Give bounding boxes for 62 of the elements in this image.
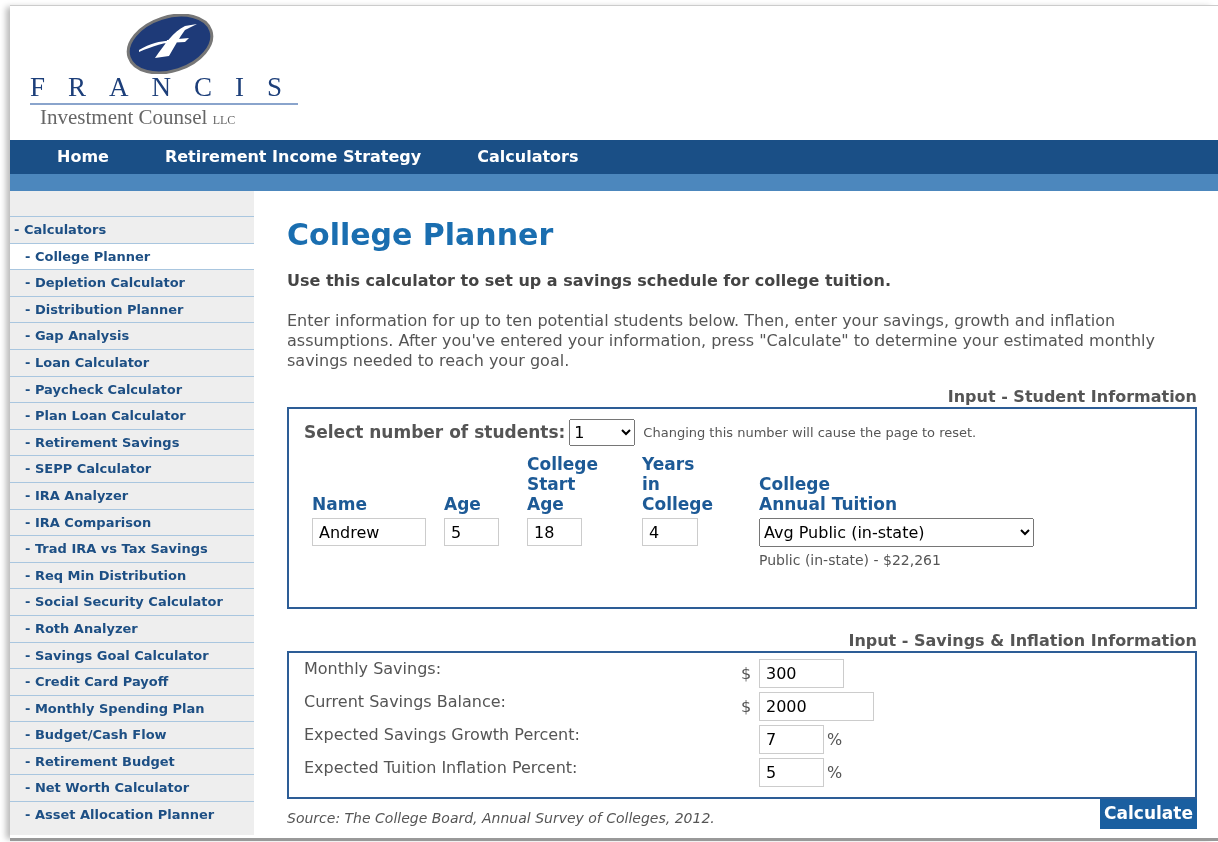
currency-sign: $ — [741, 662, 753, 685]
sidebar-item[interactable]: - Monthly Spending Plan — [10, 694, 254, 722]
sidebar-item[interactable]: - Trad IRA vs Tax Savings — [10, 535, 254, 562]
sidebar-item[interactable]: - Distribution Planner — [10, 295, 254, 323]
sidebar-item[interactable]: - Loan Calculator — [10, 348, 254, 376]
source-note: Source: The College Board, Annual Survey of Colleges, 2012. — [287, 808, 715, 828]
input-field[interactable]: 18 — [527, 518, 582, 546]
sidebar-item[interactable]: - Budget/Cash Flow — [10, 721, 254, 748]
hint-text: Changing this number will cause the page to reset. — [643, 423, 977, 442]
sidebar-item[interactable]: - College Planner — [10, 242, 254, 270]
lead-text: Use this calculator to set up a savings schedule for college tuition. — [287, 270, 893, 292]
sidebar-item[interactable]: - Credit Card Payoff — [10, 668, 254, 695]
logo-icon — [125, 14, 215, 74]
nav-link[interactable]: Calculators — [477, 140, 579, 174]
tuition-note: Public (in-state) - $22,261 — [759, 551, 942, 570]
input-field[interactable]: 5 — [444, 518, 499, 546]
sidebar-item[interactable]: - Retirement Budget — [10, 747, 254, 775]
column-header: Age — [444, 494, 482, 514]
percent-sign: % — [827, 728, 843, 751]
input-field[interactable]: 7 — [759, 725, 824, 754]
count-select[interactable]: 1 — [569, 419, 636, 446]
sidebar-item[interactable]: - Social Security Calculator — [10, 588, 254, 615]
column-header: Name — [312, 494, 368, 514]
brand-subtitle: Investment Counsel LLC — [39, 105, 237, 131]
intro-text: Enter information for up to ten potential students below. Then, enter your savings, growth and inflation assumptions. After you've entered your information, press "Calculate" to determine your estimated monthly savings needed to reach your goal. — [287, 311, 1156, 371]
sidebar-item[interactable]: - IRA Comparison — [10, 508, 254, 536]
sidebar-item[interactable]: - Retirement Savings — [10, 428, 254, 456]
sidebar-item[interactable]: - IRA Analyzer — [10, 481, 254, 509]
brand-name: FRANCIS — [30, 74, 298, 105]
column-header: College Annual Tuition — [759, 474, 899, 514]
sidebar-item[interactable]: - SEPP Calculator — [10, 455, 254, 482]
input-field[interactable]: 4 — [642, 518, 698, 546]
section-heading: Input - Savings & Inflation Information — [847, 631, 1197, 651]
nav-link[interactable]: Home — [57, 140, 109, 174]
input-field[interactable]: 2000 — [759, 692, 874, 721]
column-header: College Start Age — [527, 454, 600, 514]
input-field[interactable]: 5 — [759, 758, 824, 787]
field-label: Select number of students: — [304, 420, 566, 444]
sidebar-item[interactable]: - Depletion Calculator — [10, 269, 254, 296]
sidebar-item[interactable]: - Roth Analyzer — [10, 614, 254, 642]
sidebar-item[interactable]: - Calculators — [10, 216, 254, 243]
calculate-button[interactable]: Calculate — [1100, 799, 1197, 829]
input-field[interactable]: 300 — [759, 659, 844, 688]
sidebar-item[interactable]: - Asset Allocation Planner — [10, 801, 254, 828]
field-label: Expected Savings Growth Percent: — [304, 724, 581, 746]
input-field[interactable]: Andrew — [312, 518, 426, 546]
sidebar-item[interactable]: - Savings Goal Calculator — [10, 641, 254, 669]
page-title: College Planner — [287, 217, 555, 253]
field-label: Expected Tuition Inflation Percent: — [304, 757, 579, 779]
sidebar-item[interactable]: - Net Worth Calculator — [10, 774, 254, 802]
field-label: Monthly Savings: — [304, 658, 443, 680]
column-header: Years in College — [642, 454, 715, 514]
sidebar-item[interactable]: - Plan Loan Calculator — [10, 402, 254, 429]
field-label: Current Savings Balance: — [304, 691, 507, 713]
sidebar-item[interactable]: - Paycheck Calculator — [10, 375, 254, 403]
sidebar-item[interactable]: - Req Min Distribution — [10, 561, 254, 589]
percent-sign: % — [827, 761, 843, 784]
sidebar-item[interactable]: - Gap Analysis — [10, 322, 254, 349]
nav-link[interactable]: Retirement Income Strategy — [164, 140, 422, 174]
tuition-select[interactable]: Avg Public (in-state) — [759, 518, 1034, 547]
currency-sign: $ — [741, 695, 753, 718]
section-heading: Input - Student Information — [946, 387, 1197, 407]
